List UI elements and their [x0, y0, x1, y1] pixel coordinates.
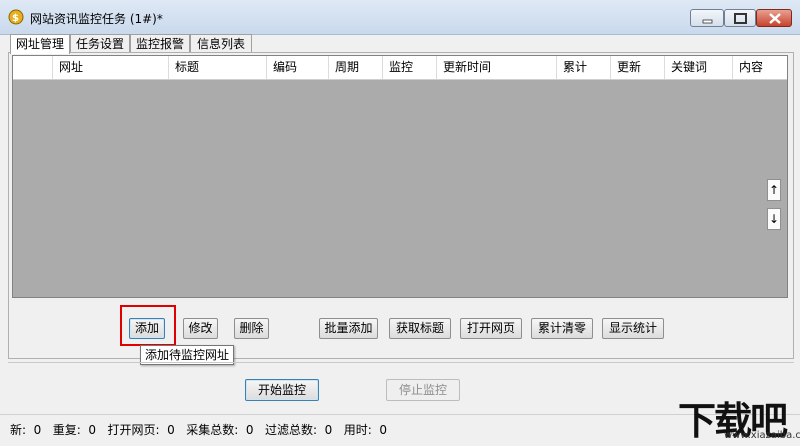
reset-total-button[interactable]: 累计清零 — [531, 318, 593, 339]
tab-url-management[interactable]: 网址管理 — [10, 34, 70, 54]
highlight-frame — [120, 305, 176, 346]
maximize-button[interactable] — [724, 9, 756, 27]
minimize-button[interactable] — [690, 9, 724, 27]
table-header: 网址 标题 编码 周期 监控 更新时间 累计 更新 关键词 内容 — [13, 56, 787, 80]
tab-info-list[interactable]: 信息列表 — [190, 34, 252, 53]
col-title[interactable]: 标题 — [169, 56, 267, 79]
url-table[interactable]: 网址 标题 编码 周期 监控 更新时间 累计 更新 关键词 内容 — [12, 55, 788, 298]
svg-text:$: $ — [12, 13, 19, 24]
col-total[interactable]: 累计 — [557, 56, 611, 79]
status-text: 新: 0 重复: 0 打开网页: 0 采集总数: 0 过滤总数: 0 用时: 0 — [10, 423, 388, 437]
start-monitor-button[interactable]: 开始监控 — [245, 379, 319, 401]
col-update[interactable]: 更新 — [611, 56, 665, 79]
move-up-button[interactable]: ↑ — [767, 179, 781, 201]
minimize-icon — [702, 19, 713, 24]
tab-task-settings[interactable]: 任务设置 — [70, 34, 130, 53]
show-stats-button[interactable]: 显示统计 — [602, 318, 664, 339]
move-down-button[interactable]: ↓ — [767, 208, 781, 230]
col-update-time[interactable]: 更新时间 — [437, 56, 557, 79]
col-period[interactable]: 周期 — [329, 56, 383, 79]
window-title: 网站资讯监控任务 (1#)* — [30, 12, 163, 26]
title-bar: $ 网站资讯监控任务 (1#)* — [0, 0, 800, 35]
fetch-title-button[interactable]: 获取标题 — [389, 318, 451, 339]
col-keywords[interactable]: 关键词 — [665, 56, 733, 79]
close-button[interactable] — [756, 9, 792, 27]
watermark-logo: 下载吧 www.xiazaiba.com — [664, 392, 800, 444]
delete-button[interactable]: 删除 — [234, 318, 269, 339]
col-encoding[interactable]: 编码 — [267, 56, 329, 79]
stop-monitor-button[interactable]: 停止监控 — [386, 379, 460, 401]
divider — [8, 362, 794, 363]
open-page-button[interactable]: 打开网页 — [460, 318, 522, 339]
maximize-icon — [734, 13, 747, 24]
watermark-url: www.xiazaiba.com — [724, 430, 800, 441]
batch-add-button[interactable]: 批量添加 — [319, 318, 378, 339]
edit-button[interactable]: 修改 — [183, 318, 218, 339]
tab-monitor-alarm[interactable]: 监控报警 — [130, 34, 190, 53]
close-icon — [769, 13, 781, 24]
col-monitor[interactable]: 监控 — [383, 56, 437, 79]
col-url[interactable]: 网址 — [53, 56, 169, 79]
col-content[interactable]: 内容 — [733, 56, 787, 79]
app-icon: $ — [8, 9, 24, 25]
col-index[interactable] — [13, 56, 53, 79]
